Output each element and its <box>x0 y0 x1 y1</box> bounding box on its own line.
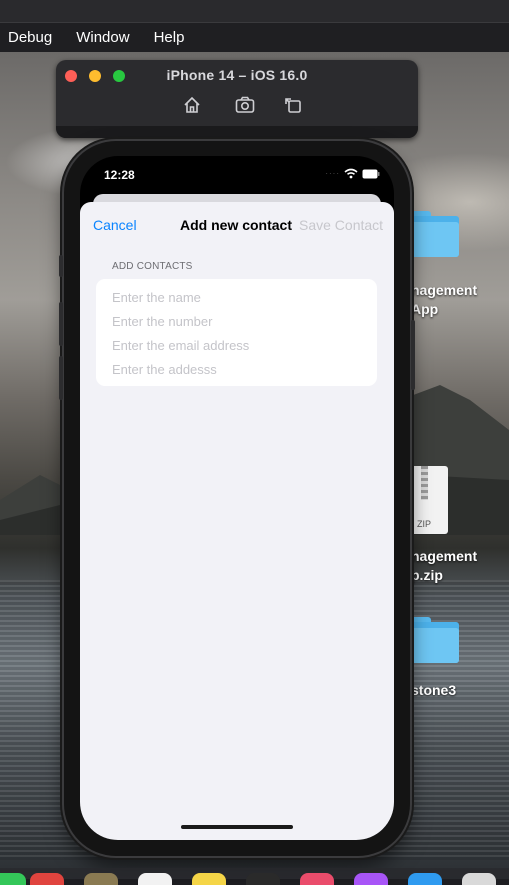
desktop-item-label-line1: nagement <box>411 282 478 298</box>
desktop-item-label-line2: p.zip <box>411 567 443 583</box>
side-button <box>411 320 415 390</box>
dock-app-icon[interactable] <box>300 873 334 885</box>
email-field[interactable] <box>112 335 362 355</box>
volume-down-button <box>59 356 63 400</box>
dock-app-icon[interactable] <box>30 873 64 885</box>
dock-app-icon[interactable] <box>408 873 442 885</box>
menu-window[interactable]: Window <box>76 29 129 46</box>
xcode-toolbar-strip <box>0 0 509 23</box>
status-indicators: ···· <box>325 168 380 179</box>
folder-icon[interactable] <box>409 211 459 257</box>
ring-switch <box>59 255 63 277</box>
simulator-title: iPhone 14 – iOS 16.0 <box>166 67 308 83</box>
dock-app-icon[interactable] <box>192 873 226 885</box>
volume-up-button <box>59 302 63 346</box>
simulator-toolbar: iPhone 14 – iOS 16.0 <box>56 60 418 138</box>
dock-app-icon[interactable] <box>0 873 26 885</box>
folder-icon[interactable] <box>409 617 459 663</box>
desktop-item-label-line1: nagement <box>411 548 478 564</box>
menu-bar: Debug Window Help <box>0 23 509 52</box>
dock-app-icon[interactable] <box>354 873 388 885</box>
section-header: ADD CONTACTS <box>112 261 193 272</box>
phone-screen: 12:28 ···· Cancel Add new contact Save C… <box>80 156 394 840</box>
zipper-graphic <box>421 466 428 500</box>
desktop-item-label-line2: App <box>411 301 439 317</box>
home-indicator[interactable] <box>181 825 293 829</box>
cancel-button[interactable]: Cancel <box>93 217 137 233</box>
dock-app-icon[interactable] <box>84 873 118 885</box>
zip-icon[interactable]: ZIP <box>409 466 448 534</box>
add-contact-sheet: Cancel Add new contact Save Contact ADD … <box>80 202 394 840</box>
dock-app-icon[interactable] <box>246 873 280 885</box>
battery-icon <box>362 169 380 178</box>
desktop-item-label[interactable]: stone3 <box>411 681 456 700</box>
sheet-title: Add new contact <box>180 217 293 233</box>
dock-app-icon[interactable] <box>462 873 496 885</box>
dock-app-icon[interactable] <box>138 873 172 885</box>
zip-badge: ZIP <box>417 519 432 529</box>
number-field[interactable] <box>112 311 362 331</box>
home-icon[interactable] <box>181 94 203 116</box>
name-field[interactable] <box>112 287 362 307</box>
status-time: 12:28 <box>104 168 135 182</box>
save-contact-button[interactable]: Save Contact <box>299 217 383 233</box>
desktop-item-label[interactable]: nagement App <box>411 281 477 319</box>
address-field[interactable] <box>112 359 362 379</box>
rotate-icon[interactable] <box>282 94 304 116</box>
cellular-icon: ···· <box>325 169 340 178</box>
contact-form <box>96 279 377 386</box>
menu-debug[interactable]: Debug <box>8 29 52 46</box>
menu-help[interactable]: Help <box>154 29 185 46</box>
wifi-icon <box>344 168 358 179</box>
desktop-item-label[interactable]: nagement p.zip <box>411 547 477 585</box>
screenshot-icon[interactable] <box>234 94 256 116</box>
